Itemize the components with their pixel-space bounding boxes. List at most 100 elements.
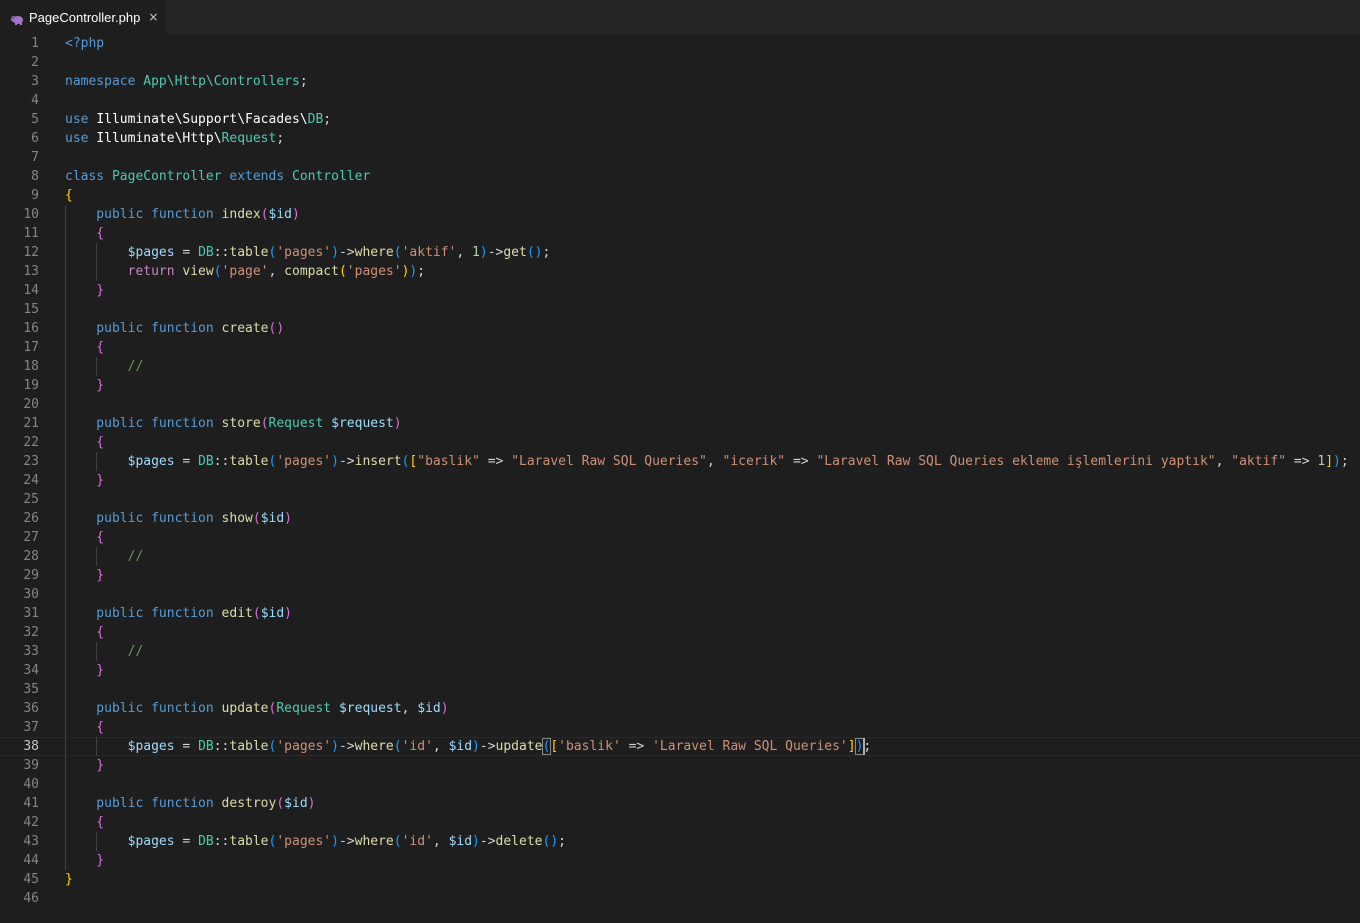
code-token: 'pages' bbox=[276, 245, 332, 260]
code-token: // bbox=[65, 549, 144, 564]
code-line[interactable]: 5 use Illuminate\Support\Facades\DB; bbox=[0, 110, 1360, 129]
code-line[interactable]: 32 { bbox=[0, 623, 1360, 642]
code-token: 'pages' bbox=[276, 739, 332, 754]
code-line[interactable]: 31 public function edit($id) bbox=[0, 604, 1360, 623]
code-line[interactable]: 14 } bbox=[0, 281, 1360, 300]
code-token: ) bbox=[331, 834, 339, 849]
code-text: $pages = DB::table('pages')->where('id',… bbox=[65, 832, 566, 851]
indent-guide bbox=[96, 547, 98, 566]
line-number: 3 bbox=[31, 74, 39, 89]
code-token: -> bbox=[487, 245, 504, 260]
code-token: DB bbox=[198, 739, 214, 754]
code-line[interactable]: 7 bbox=[0, 148, 1360, 167]
code-line[interactable]: 43 $pages = DB::table('pages')->where('i… bbox=[0, 832, 1360, 851]
code-token: store bbox=[221, 416, 261, 431]
code-line[interactable]: 23 $pages = DB::table('pages')->insert([… bbox=[0, 452, 1360, 471]
code-token: $request bbox=[338, 701, 402, 716]
code-line[interactable]: 11 { bbox=[0, 224, 1360, 243]
code-token: () bbox=[526, 245, 543, 260]
code-text: public function edit($id) bbox=[65, 604, 292, 623]
code-text: { bbox=[65, 433, 104, 452]
code-line[interactable]: 36 public function update(Request $reque… bbox=[0, 699, 1360, 718]
code-line[interactable]: 6 use Illuminate\Http\Request; bbox=[0, 129, 1360, 148]
line-number: 21 bbox=[23, 416, 39, 431]
code-line[interactable]: 45} bbox=[0, 870, 1360, 889]
code-line[interactable]: 28 // bbox=[0, 547, 1360, 566]
code-line[interactable]: 35 bbox=[0, 680, 1360, 699]
code-token: use bbox=[65, 131, 97, 146]
code-line[interactable]: 2 bbox=[0, 53, 1360, 72]
code-token: { bbox=[65, 815, 105, 830]
code-line[interactable]: 8 class PageController extends Controller bbox=[0, 167, 1360, 186]
line-number: 33 bbox=[23, 644, 39, 659]
code-line[interactable]: 13 return view('page', compact('pages'))… bbox=[0, 262, 1360, 281]
code-line[interactable]: 10 public function index($id) bbox=[0, 205, 1360, 224]
code-text: } bbox=[65, 851, 104, 870]
code-token: table bbox=[229, 739, 269, 754]
code-line[interactable]: 22 { bbox=[0, 433, 1360, 452]
code-text: } bbox=[65, 870, 73, 889]
code-token: DB bbox=[198, 245, 214, 260]
code-line[interactable]: 19 } bbox=[0, 376, 1360, 395]
code-token: { bbox=[65, 530, 105, 545]
line-number: 19 bbox=[23, 378, 39, 393]
code-line[interactable]: 33 // bbox=[0, 642, 1360, 661]
code-text: use Illuminate\Support\Facades\DB; bbox=[65, 110, 331, 129]
code-line[interactable]: 26 public function show($id) bbox=[0, 509, 1360, 528]
line-number: 13 bbox=[23, 264, 39, 279]
line-number: 1 bbox=[31, 36, 39, 51]
code-line[interactable]: 16 public function create() bbox=[0, 319, 1360, 338]
code-line[interactable]: 18 // bbox=[0, 357, 1360, 376]
code-line[interactable]: 37 { bbox=[0, 718, 1360, 737]
code-line[interactable]: 34 } bbox=[0, 661, 1360, 680]
code-token: DB bbox=[198, 454, 214, 469]
code-line[interactable]: 29 } bbox=[0, 566, 1360, 585]
code-token: table bbox=[229, 454, 269, 469]
code-line[interactable]: 42 { bbox=[0, 813, 1360, 832]
code-text: $pages = DB::table('pages')->insert(["ba… bbox=[65, 452, 1349, 471]
code-token: DB bbox=[307, 112, 324, 127]
code-token: () bbox=[268, 321, 285, 336]
code-line[interactable]: 15 bbox=[0, 300, 1360, 319]
code-line[interactable]: 12 $pages = DB::table('pages')->where('a… bbox=[0, 243, 1360, 262]
code-token: where bbox=[354, 834, 394, 849]
code-line[interactable]: 17 { bbox=[0, 338, 1360, 357]
code-line[interactable]: 46 bbox=[0, 889, 1360, 908]
code-line[interactable]: 3 namespace App\Http\Controllers; bbox=[0, 72, 1360, 91]
code-token: , bbox=[706, 454, 723, 469]
code-token: where bbox=[354, 245, 394, 260]
code-token: ; bbox=[299, 74, 308, 89]
code-token: public function bbox=[65, 511, 222, 526]
indent-guide bbox=[96, 357, 98, 376]
code-editor[interactable]: 1 <?php 2 3 namespace App\Http\Controllers; 4… bbox=[0, 34, 1360, 923]
code-token: ] bbox=[1325, 454, 1334, 469]
code-token: } bbox=[65, 283, 105, 298]
code-text: // bbox=[65, 357, 144, 376]
code-line[interactable]: 21 public function store(Request $reques… bbox=[0, 414, 1360, 433]
close-icon[interactable]: × bbox=[148, 10, 158, 24]
code-line[interactable]: 9{ bbox=[0, 186, 1360, 205]
code-line[interactable]: 41 public function destroy($id) bbox=[0, 794, 1360, 813]
code-token: :: bbox=[213, 739, 230, 754]
code-token: 'id' bbox=[401, 739, 433, 754]
code-line[interactable]: 20 bbox=[0, 395, 1360, 414]
code-token: 'baslik' bbox=[558, 739, 621, 754]
code-token: ) bbox=[292, 207, 300, 222]
code-line[interactable]: 44 } bbox=[0, 851, 1360, 870]
code-line[interactable]: 24 } bbox=[0, 471, 1360, 490]
code-token: } bbox=[65, 853, 105, 868]
code-line[interactable]: 40 bbox=[0, 775, 1360, 794]
code-line[interactable]: 30 bbox=[0, 585, 1360, 604]
code-line[interactable]: 4 bbox=[0, 91, 1360, 110]
code-text: public function destroy($id) bbox=[65, 794, 315, 813]
code-line[interactable]: 38 $pages = DB::table('pages')->where('i… bbox=[0, 737, 1360, 756]
code-line[interactable]: 25 bbox=[0, 490, 1360, 509]
code-token: :: bbox=[213, 454, 230, 469]
line-number: 35 bbox=[23, 682, 39, 697]
code-line[interactable]: 1 <?php bbox=[0, 34, 1360, 53]
tab-pagecontroller[interactable]: PageController.php × bbox=[0, 0, 166, 34]
code-line[interactable]: 39 } bbox=[0, 756, 1360, 775]
code-line[interactable]: 27 { bbox=[0, 528, 1360, 547]
indent-guide bbox=[96, 737, 98, 756]
code-token: // bbox=[65, 644, 144, 659]
